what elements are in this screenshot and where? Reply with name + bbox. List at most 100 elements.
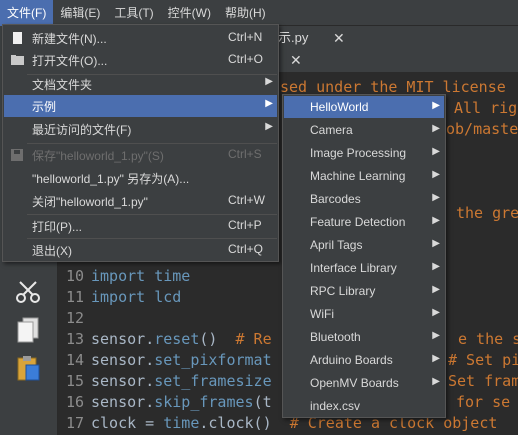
- tab-label[interactable]: 示.py: [278, 26, 308, 50]
- menu-item-label: 打开文件(O)...: [32, 54, 108, 68]
- submenu-item-rpc-library[interactable]: RPC Library ▶: [284, 280, 444, 302]
- menu-item-docs-folder[interactable]: 文档文件夹 ▶: [4, 73, 277, 95]
- line-number: 17: [65, 414, 84, 432]
- code-token: lcd: [145, 288, 182, 306]
- code-token: .: [145, 330, 155, 348]
- line-number: 16: [65, 393, 84, 411]
- scissors-icon[interactable]: [12, 276, 44, 308]
- submenu-item-helloworld[interactable]: HelloWorld ▶: [284, 96, 444, 118]
- examples-submenu: HelloWorld ▶ Camera ▶ Image Processing ▶ Machi…: [282, 94, 446, 418]
- submenu-item-label: Feature Detection: [310, 215, 406, 229]
- submenu-arrow-icon: ▶: [432, 169, 440, 180]
- code-token: .: [145, 351, 155, 369]
- submenu-arrow-icon: ▶: [265, 76, 273, 87]
- menu-item-save-as[interactable]: "helloworld_1.py" 另存为(A)...: [4, 167, 277, 189]
- code-token: .clock(): [199, 414, 290, 432]
- submenu-arrow-icon: ▶: [432, 353, 440, 364]
- submenu-item-april-tags[interactable]: April Tags ▶: [284, 234, 444, 256]
- submenu-item-machine-learning[interactable]: Machine Learning ▶: [284, 165, 444, 187]
- line-number: 10: [65, 267, 84, 285]
- menu-tools[interactable]: 工具(T): [107, 0, 160, 26]
- menu-item-label: 最近访问的文件(F): [32, 123, 132, 137]
- submenu-arrow-icon: ▶: [432, 100, 440, 111]
- submenu-item-wifi[interactable]: WiFi ▶: [284, 303, 444, 325]
- menu-widgets[interactable]: 控件(W): [161, 0, 218, 26]
- code-fragment: Set fram: [448, 372, 518, 390]
- line-number: 11: [65, 288, 84, 306]
- tab-close-icon[interactable]: ✕: [290, 48, 302, 72]
- menu-item-label: 关闭"helloworld_1.py": [32, 195, 148, 209]
- code-token: reset: [154, 330, 200, 348]
- submenu-item-label: OpenMV Boards: [310, 376, 399, 390]
- submenu-item-label: Interface Library: [310, 261, 397, 275]
- line-number: 12: [65, 309, 84, 327]
- menu-file[interactable]: 文件(F): [0, 0, 54, 26]
- code-token: (): [199, 330, 236, 348]
- code-token: sensor: [91, 393, 146, 411]
- menu-item-close[interactable]: 关闭"helloworld_1.py" Ctrl+W: [4, 190, 277, 212]
- submenu-item-camera[interactable]: Camera ▶: [284, 119, 444, 141]
- menu-item-save: 保存"helloworld_1.py"(S) Ctrl+S: [4, 144, 277, 166]
- menu-item-new-file[interactable]: 新建文件(N)... Ctrl+N: [4, 27, 277, 49]
- menu-item-exit[interactable]: 退出(X) Ctrl+Q: [4, 239, 277, 261]
- submenu-item-label: Barcodes: [310, 192, 361, 206]
- submenu-arrow-icon: ▶: [432, 123, 440, 134]
- submenu-arrow-icon: ▶: [432, 215, 440, 226]
- code-fragment: the gre: [456, 204, 518, 222]
- submenu-item-label: RPC Library: [310, 284, 376, 298]
- code-line: sensor.set_framesize: [91, 372, 272, 390]
- code-token: sensor: [91, 351, 146, 369]
- submenu-arrow-icon: ▶: [265, 121, 273, 132]
- menu-item-shortcut: Ctrl+O: [228, 52, 264, 66]
- line-number: 13: [65, 330, 84, 348]
- menu-edit[interactable]: 编辑(E): [53, 0, 107, 26]
- file-menu: 新建文件(N)... Ctrl+N 打开文件(O)... Ctrl+O 文档文件…: [2, 24, 279, 262]
- code-fragment: All rig: [454, 99, 518, 117]
- submenu-arrow-icon: ▶: [432, 238, 440, 249]
- code-line: sensor.reset() # Re: [91, 330, 272, 348]
- menu-item-shortcut: Ctrl+S: [228, 147, 262, 161]
- code-token: import: [91, 267, 146, 285]
- submenu-item-bluetooth[interactable]: Bluetooth ▶: [284, 326, 444, 348]
- menu-item-examples[interactable]: 示例 ▶: [4, 95, 277, 117]
- submenu-arrow-icon: ▶: [432, 307, 440, 318]
- folder-open-icon: [11, 54, 24, 66]
- code-line: sensor.skip_frames(t: [91, 393, 272, 411]
- code-token: time: [163, 414, 200, 432]
- submenu-item-openmv-boards[interactable]: OpenMV Boards ▶: [284, 372, 444, 394]
- menu-item-shortcut: Ctrl+N: [228, 30, 263, 44]
- code-fragment: e the se: [458, 330, 518, 348]
- menu-item-label: 保存"helloworld_1.py"(S): [32, 149, 164, 163]
- code-token: sensor: [91, 372, 146, 390]
- code-fragment: ob/maste: [446, 120, 518, 138]
- submenu-arrow-icon: ▶: [432, 146, 440, 157]
- menu-item-recent-files[interactable]: 最近访问的文件(F) ▶: [4, 118, 277, 140]
- code-token: .: [145, 393, 155, 411]
- code-line: sensor.set_pixformat: [91, 351, 272, 369]
- code-line: import lcd: [91, 288, 181, 306]
- submenu-item-index-csv[interactable]: index.csv: [284, 395, 444, 417]
- menu-item-shortcut: Ctrl+Q: [228, 242, 264, 256]
- code-fragment: # Set pi: [448, 351, 518, 369]
- copy-icon[interactable]: [12, 314, 44, 346]
- code-token: clock: [91, 414, 137, 432]
- tab-close-icon[interactable]: ✕: [333, 26, 345, 50]
- submenu-item-interface-library[interactable]: Interface Library ▶: [284, 257, 444, 279]
- submenu-item-barcodes[interactable]: Barcodes ▶: [284, 188, 444, 210]
- submenu-item-image-processing[interactable]: Image Processing ▶: [284, 142, 444, 164]
- menu-item-label: 退出(X): [32, 244, 72, 258]
- submenu-item-feature-detection[interactable]: Feature Detection ▶: [284, 211, 444, 233]
- menu-bar: 文件(F) 编辑(E) 工具(T) 控件(W) 帮助(H): [0, 0, 518, 26]
- submenu-arrow-icon: ▶: [432, 330, 440, 341]
- submenu-arrow-icon: ▶: [432, 284, 440, 295]
- code-token: =: [136, 414, 164, 432]
- paste-icon[interactable]: [12, 352, 44, 384]
- code-token: sensor: [91, 330, 146, 348]
- code-token: set_framesize: [154, 372, 272, 390]
- submenu-item-label: Arduino Boards: [310, 353, 393, 367]
- submenu-item-arduino-boards[interactable]: Arduino Boards ▶: [284, 349, 444, 371]
- menu-item-print[interactable]: 打印(P)... Ctrl+P: [4, 215, 277, 237]
- code-token: set_pixformat: [154, 351, 272, 369]
- menu-item-open-file[interactable]: 打开文件(O)... Ctrl+O: [4, 49, 277, 71]
- menu-help[interactable]: 帮助(H): [218, 0, 273, 26]
